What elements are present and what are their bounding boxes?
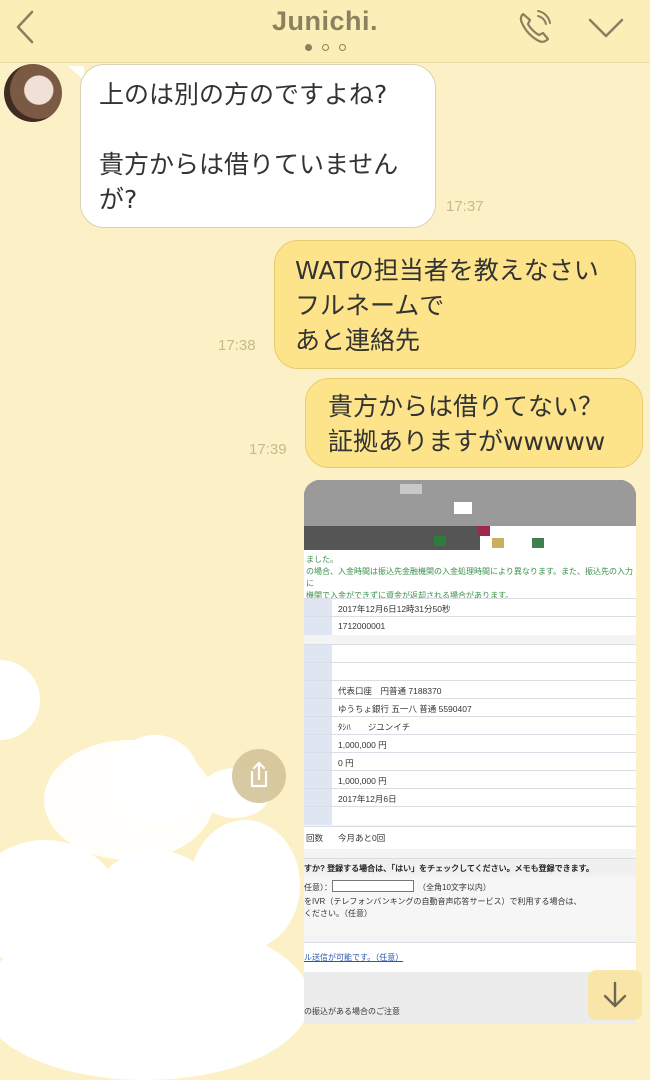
count-value: 今月あと0回 (338, 833, 386, 843)
ivr-text: ください。（任意） (304, 909, 372, 918)
message-time: 17:38 (218, 337, 256, 354)
chat-header: Junichi. (0, 0, 650, 63)
table-row: 代表口座 円普通 7188370 (304, 680, 636, 699)
count-label: 回数 (306, 833, 324, 843)
table-row: ﾀｼﾊ ジユンイチ (304, 716, 636, 735)
row-value: 2017年12月6日12時31分50秒 (338, 604, 451, 614)
register-question: すか? 登録する場合は、「はい」をチェックしてください。メモも登録できます。 (304, 858, 636, 875)
phone-icon (519, 10, 551, 43)
email-section: ル送信が可能です。（任意） (304, 942, 636, 973)
scroll-to-bottom-button[interactable] (588, 970, 642, 1020)
row-value: 代表口座 円普通 7188370 (338, 686, 442, 696)
call-button[interactable] (514, 8, 554, 48)
message-bubble-incoming[interactable]: 上のは別の方のですよね? 貴方からは借りていません が? (80, 64, 436, 228)
memo-label: 任意）： (304, 883, 332, 892)
chevron-down-icon (588, 18, 624, 38)
memo-input[interactable] (332, 880, 414, 892)
ivr-text: をIVR（テレフォンバンキングの自動音声応答サービス）で利用する場合は、 (304, 897, 582, 906)
table-row: 0 円 (304, 752, 636, 771)
page-dot-1 (304, 44, 312, 51)
row-value: 1712000001 (338, 621, 386, 631)
row-value: 0 円 (338, 758, 354, 768)
contact-avatar[interactable] (4, 64, 62, 122)
arrow-down-icon (603, 981, 627, 1008)
notice-line: ました。 (306, 555, 338, 564)
memo-section: 任意）： （全角10文字以内） をIVR（テレフォンバンキングの自動音声応答サー… (304, 878, 636, 936)
image-redacted-header (304, 480, 636, 550)
row-value: ﾀｼﾊ ジユンイチ (338, 722, 411, 732)
shared-image-message[interactable]: ました。 の場合、入金時間は振込先金融機関の入金処理時間により異なります。また、… (304, 480, 636, 1024)
table-row: ゆうちょ銀行 五一八 普通 5590407 (304, 698, 636, 717)
register-question-text: すか? 登録する場合は、「はい」をチェックしてください。メモも登録できます。 (304, 864, 594, 873)
share-button[interactable] (232, 749, 286, 803)
footer-note: の振込がある場合のご注意 (304, 1007, 400, 1016)
table-row: 1712000001 (304, 616, 636, 635)
table-row: 1,000,000 円 (304, 734, 636, 753)
email-link[interactable]: ル送信が可能です。（任意） (304, 952, 403, 963)
table-row (304, 806, 636, 825)
table-row (304, 644, 636, 663)
share-icon (250, 761, 268, 788)
table-row: 2017年12月6日 (304, 788, 636, 807)
table-row: 2017年12月6日12時31分50秒 (304, 598, 636, 617)
table-row: 回数 今月あと0回 (304, 826, 636, 849)
menu-button[interactable] (586, 14, 626, 42)
table-row: 1,000,000 円 (304, 770, 636, 789)
message-time: 17:37 (446, 198, 484, 215)
message-time: 17:39 (249, 441, 287, 458)
table-row (304, 662, 636, 681)
row-value: 2017年12月6日 (338, 794, 397, 804)
page-dot-3 (338, 44, 346, 51)
row-value: 1,000,000 円 (338, 740, 387, 750)
notice-line: の場合、入金時間は振込先金融機関の入金処理時間により異なります。また、振込先の入… (306, 567, 634, 588)
message-bubble-outgoing[interactable]: WATの担当者を教えなさい フルネームで あと連絡先 (274, 240, 636, 369)
page-dot-2 (321, 44, 329, 51)
row-value: 1,000,000 円 (338, 776, 387, 786)
memo-hint: （全角10文字以内） (418, 883, 491, 892)
message-bubble-outgoing[interactable]: 貴方からは借りてない？ 証拠ありますがwwwww (305, 378, 643, 468)
row-value: ゆうちょ銀行 五一八 普通 5590407 (338, 704, 472, 714)
footer-area: の振込がある場合のご注意 (304, 972, 636, 1024)
